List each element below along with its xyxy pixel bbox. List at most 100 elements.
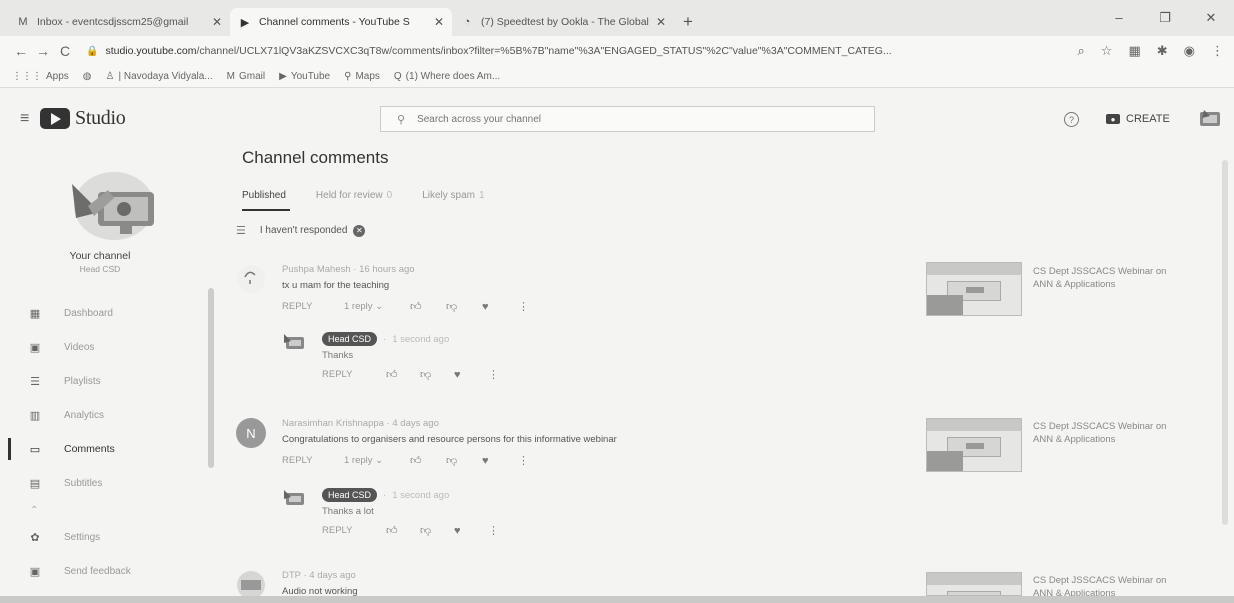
video-title[interactable]: CS Dept JSSCACS Webinar on ANN & Applica… (1033, 420, 1183, 446)
video-thumbnail[interactable] (926, 262, 1022, 316)
reply-button[interactable]: REPLY (282, 455, 344, 466)
heart-icon[interactable]: ♥ (454, 525, 488, 537)
school-icon: ♙ (105, 71, 115, 82)
dislike-icon[interactable]: 👎︎ (420, 368, 454, 381)
more-options-icon[interactable]: ⋮ (518, 300, 554, 313)
comment-time: 4 days ago (392, 418, 439, 429)
star-icon[interactable]: ☆ (1101, 43, 1113, 59)
heart-icon[interactable]: ♥ (454, 369, 488, 381)
menu-dots-icon[interactable]: ⋮ (1211, 43, 1224, 59)
bookmark-navodaya[interactable]: ♙ | Navodaya Vidyala... (106, 71, 213, 82)
owner-badge[interactable]: Head CSD (322, 332, 378, 346)
like-icon[interactable]: 👍︎ (410, 454, 446, 467)
back-icon[interactable]: ← (10, 43, 32, 59)
url-path: /channel/UCLX71lQV3aKZSVCXC3qT8w/comment… (196, 45, 892, 57)
extension-icon[interactable]: ▦ (1128, 43, 1140, 59)
like-icon[interactable]: 👍︎ (386, 368, 420, 381)
bookmark-globe[interactable]: ◍ (83, 71, 92, 82)
browser-tab-speedtest[interactable]: ◔ (7) Speedtest by Ookla - The Global ✕ (452, 8, 674, 36)
more-options-icon[interactable]: ⋮ (518, 454, 554, 467)
search-bar[interactable]: ⚲ (380, 106, 875, 132)
bookmark-youtube[interactable]: ▶ YouTube (279, 71, 330, 82)
page-title: Channel comments (242, 148, 389, 167)
commenter-avatar[interactable] (236, 264, 266, 294)
account-avatar[interactable] (1198, 106, 1224, 132)
comment-author[interactable]: DTP (282, 570, 301, 581)
tab-held-for-review[interactable]: Held for review 0 (316, 190, 392, 211)
hamburger-menu-icon[interactable]: ≡ (20, 110, 29, 128)
heart-icon[interactable]: ♥ (482, 301, 518, 313)
commenter-avatar[interactable] (236, 570, 266, 596)
close-icon[interactable]: ✕ (212, 15, 222, 29)
sidebar-item-settings[interactable]: ✿ Settings (0, 520, 200, 554)
bookmark-maps[interactable]: ⚲ Maps (344, 71, 380, 82)
sidebar-item-analytics[interactable]: ▥ Analytics (0, 398, 200, 432)
reply-button[interactable]: REPLY (322, 369, 386, 380)
more-options-icon[interactable]: ⋮ (488, 368, 522, 381)
studio-logo[interactable]: Studio (40, 107, 126, 130)
video-title[interactable]: CS Dept JSSCACS Webinar on ANN & Applica… (1033, 574, 1183, 596)
replies-toggle[interactable]: 1 reply ⌄ (344, 301, 410, 312)
sidebar-item-comments[interactable]: ▭ Comments (0, 432, 200, 466)
help-icon[interactable]: ? (1064, 112, 1079, 127)
video-thumbnail[interactable] (926, 572, 1022, 596)
heart-icon[interactable]: ♥ (482, 455, 518, 467)
video-thumbnail[interactable] (926, 418, 1022, 472)
zoom-icon[interactable]: ⌕ (1078, 43, 1085, 59)
video-title[interactable]: CS Dept JSSCACS Webinar on ANN & Applica… (1033, 265, 1183, 291)
close-window-icon[interactable]: ✕ (1188, 10, 1234, 26)
quora-icon: Q (393, 71, 402, 82)
forward-icon[interactable]: → (32, 43, 54, 59)
bookmark-apps[interactable]: ⋮⋮⋮ Apps (12, 71, 69, 82)
sidebar-item-send-feedback[interactable]: ▣ Send feedback (0, 554, 200, 588)
profile-icon[interactable]: ◉ (1184, 43, 1195, 59)
commenter-avatar[interactable]: N (236, 418, 266, 448)
create-button[interactable]: ● CREATE (1106, 108, 1170, 130)
tab-likely-spam[interactable]: Likely spam 1 (422, 190, 484, 211)
owner-badge[interactable]: Head CSD (322, 488, 378, 502)
minimize-icon[interactable]: – (1096, 10, 1142, 26)
search-input[interactable] (417, 113, 838, 125)
dislike-icon[interactable]: 👎︎ (420, 524, 454, 537)
browser-tab-gmail[interactable]: M Inbox - eventcsdjsscm25@gmail ✕ (8, 8, 230, 36)
restore-icon[interactable]: ❐ (1142, 10, 1188, 26)
bookmark-gmail[interactable]: M Gmail (227, 71, 265, 82)
close-icon[interactable]: ✕ (434, 15, 444, 29)
browser-tab-youtube-studio[interactable]: ▶ Channel comments - YouTube S ✕ (230, 8, 452, 36)
tab-published[interactable]: Published (242, 190, 290, 211)
filter-icon[interactable]: ☰ (236, 224, 246, 237)
comment-text: Congratulations to organisers and resour… (282, 434, 617, 445)
sidebar-item-playlists[interactable]: ☰ Playlists (0, 364, 200, 398)
reply-time: 1 second ago (392, 489, 450, 501)
channel-avatar[interactable] (62, 154, 162, 244)
like-icon[interactable]: 👍︎ (386, 524, 420, 537)
main-scrollbar[interactable] (1222, 160, 1228, 525)
filter-chip[interactable]: I haven't responded ✕ (260, 224, 366, 237)
window-controls: – ❐ ✕ (1096, 10, 1234, 26)
comment-author[interactable]: Narasimhan Krishnappa (282, 418, 384, 429)
sidebar-scrollbar[interactable] (208, 288, 214, 468)
like-icon[interactable]: 👍︎ (410, 300, 446, 313)
dislike-icon[interactable]: 👎︎ (446, 454, 482, 467)
reply-avatar[interactable] (282, 332, 308, 354)
tab-label: Channel comments - YouTube S (259, 16, 410, 28)
sidebar-item-dashboard[interactable]: ▦ Dashboard (0, 296, 200, 330)
sidebar-item-subtitles[interactable]: ▤ Subtitles (0, 466, 200, 500)
replies-toggle[interactable]: 1 reply ⌄ (344, 455, 410, 466)
collapse-chevron-icon[interactable]: ⌃ (0, 500, 200, 520)
more-options-icon[interactable]: ⋮ (488, 524, 522, 537)
comment-author[interactable]: Pushpa Mahesh (282, 264, 351, 275)
new-tab-button[interactable]: + (674, 8, 702, 36)
reply-button[interactable]: REPLY (282, 301, 344, 312)
url-field[interactable]: 🔒 studio.youtube.com/channel/UCLX71lQV3a… (86, 45, 1070, 57)
remove-filter-icon[interactable]: ✕ (353, 224, 366, 237)
apps-icon: ⋮⋮⋮ (12, 71, 42, 82)
reply-button[interactable]: REPLY (322, 525, 386, 536)
reply-avatar[interactable] (282, 488, 308, 510)
sidebar-item-videos[interactable]: ▣ Videos (0, 330, 200, 364)
bookmark-quora[interactable]: Q (1) Where does Am... (394, 71, 500, 82)
dislike-icon[interactable]: 👎︎ (446, 300, 482, 313)
close-icon[interactable]: ✕ (656, 15, 666, 29)
puzzle-icon[interactable]: ✱ (1157, 43, 1168, 59)
reload-icon[interactable]: C (54, 43, 76, 59)
